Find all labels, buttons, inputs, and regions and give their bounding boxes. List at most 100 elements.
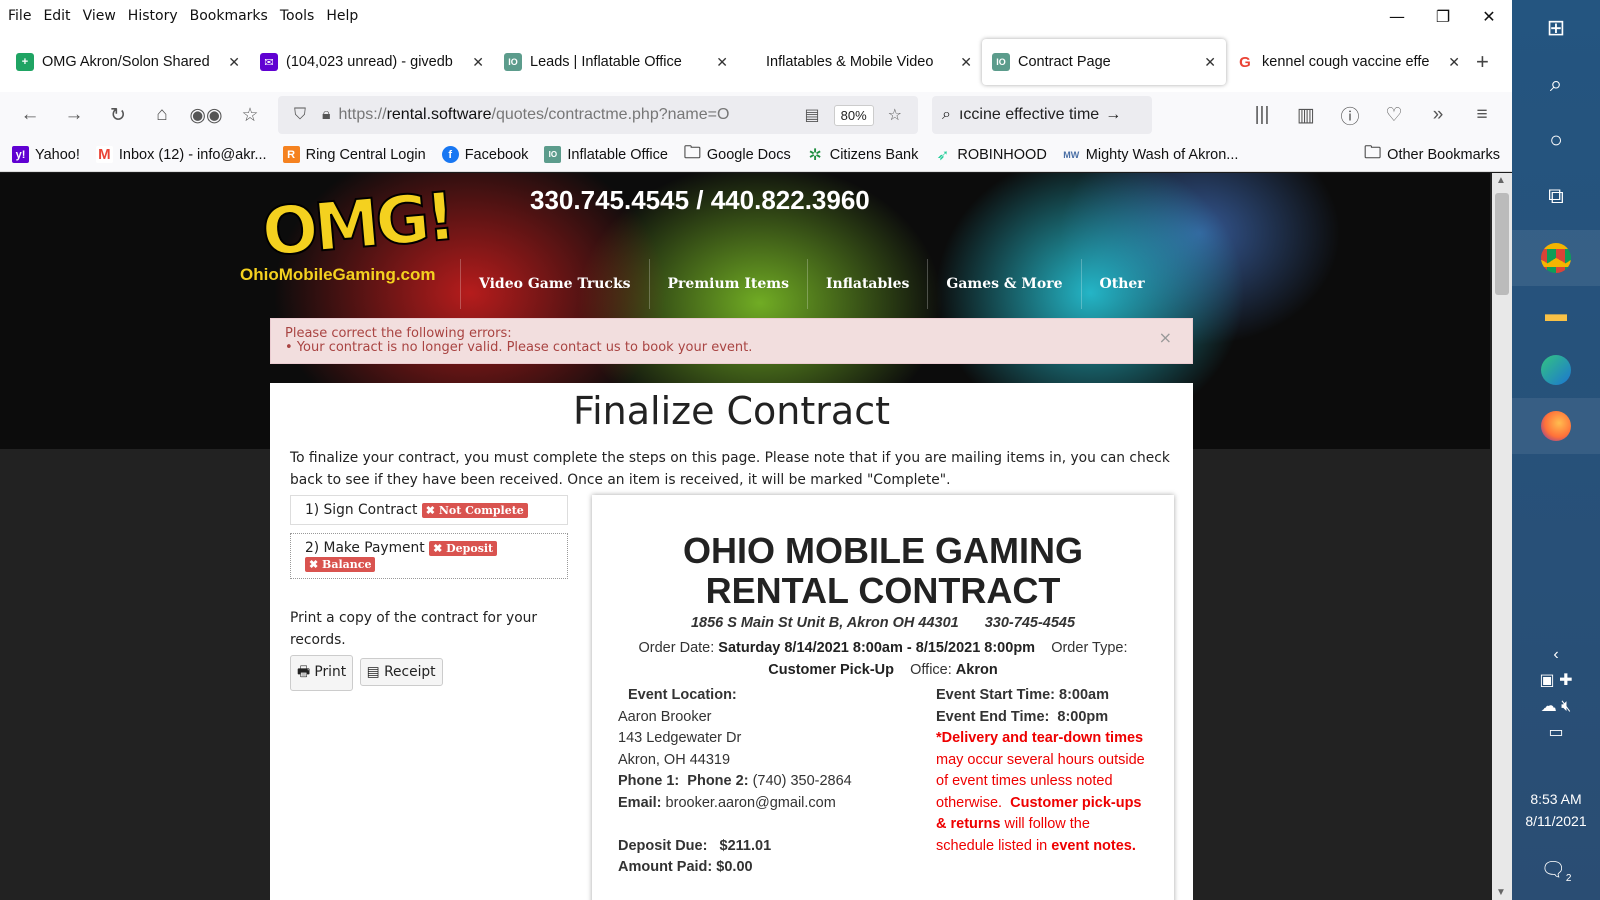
chevron-left-icon[interactable]: ‹ — [1512, 646, 1600, 664]
forward-icon[interactable]: → — [52, 97, 96, 133]
search-input[interactable]: ⌕ ıccine effective time → — [932, 96, 1152, 134]
tab-omg-shared[interactable]: + OMG Akron/Solon Shared ✕ — [6, 39, 250, 85]
url-bar[interactable]: ⛉ 🔒︎ https://rental.software/quotes/cont… — [278, 96, 918, 134]
tab-close-icon[interactable]: ✕ — [716, 54, 728, 71]
menu-view[interactable]: View — [79, 8, 124, 24]
notification-icon[interactable]: 🗨︎2 — [1512, 857, 1600, 884]
contract-panel: Finalize Contract To finalize your contr… — [270, 383, 1193, 900]
edge-icon[interactable] — [1512, 342, 1600, 398]
info-icon[interactable]: ⓘ — [1328, 97, 1372, 133]
other-bookmarks[interactable]: 🗀 Other Bookmarks — [1364, 143, 1500, 163]
bookmark-label: Google Docs — [706, 146, 791, 163]
network-volume-icon[interactable]: ☁ 🔇︎ — [1512, 696, 1600, 716]
tab-close-icon[interactable]: ✕ — [1204, 54, 1216, 71]
print-button[interactable]: 🖶︎ Print — [290, 655, 354, 691]
citizens-bank-icon: ✲ — [808, 146, 822, 164]
private-mask-icon[interactable]: ◉◉ — [184, 97, 228, 133]
bookmark-star-icon[interactable]: ☆ — [888, 105, 902, 125]
bookmark-label: ROBINHOOD — [957, 146, 1047, 163]
task-view-icon[interactable]: ⧉ — [1512, 168, 1600, 224]
bookmark-inflatable-office[interactable]: IO Inflatable Office — [544, 146, 668, 163]
customer-city: Akron, OH 44319 — [618, 751, 731, 768]
bookmark-label: Mighty Wash of Akron... — [1085, 146, 1239, 163]
site-logo[interactable]: OMG! OhioMobileGaming.com — [240, 177, 456, 297]
menu-file[interactable]: File — [4, 8, 39, 24]
bookmark-mighty-wash[interactable]: MW Mighty Wash of Akron... — [1063, 146, 1239, 163]
bookmark-inbox[interactable]: M Inbox (12) - info@akr... — [95, 146, 267, 163]
alert-close-icon[interactable]: × — [1159, 330, 1172, 346]
shield-icon[interactable]: ⛉ — [294, 106, 306, 124]
tab-leads[interactable]: IO Leads | Inflatable Office ✕ — [494, 39, 738, 85]
nav-inflatables[interactable]: Inflatables — [806, 259, 927, 309]
file-explorer-icon[interactable]: ▬ — [1512, 286, 1600, 342]
home-icon[interactable]: ⌂ — [140, 97, 184, 133]
tab-bar: + OMG Akron/Solon Shared ✕ ✉ (104,023 un… — [0, 32, 1512, 92]
menu-tools[interactable]: Tools — [276, 8, 323, 24]
scroll-up-icon[interactable]: ▲ — [1496, 175, 1506, 186]
tab-close-icon[interactable]: ✕ — [228, 54, 240, 71]
yahoo-icon: y! — [12, 146, 29, 163]
bookmark-google-docs[interactable]: 🗀 Google Docs — [684, 143, 791, 163]
contract-document: OHIO MOBILE GAMING RENTAL CONTRACT 1856 S… — [592, 495, 1174, 900]
tray-apps-icon[interactable]: ▣ ✚ — [1512, 670, 1600, 690]
bookmark-yahoo[interactable]: y! Yahoo! — [12, 146, 80, 163]
menu-help[interactable]: Help — [322, 8, 366, 24]
reader-view-icon[interactable]: ▤ — [805, 105, 820, 125]
menu-history[interactable]: History — [124, 8, 186, 24]
library-icon[interactable]: ||| — [1240, 97, 1284, 133]
close-window-button[interactable]: ✕ — [1466, 0, 1512, 32]
bookmark-ring-central[interactable]: R Ring Central Login — [282, 146, 426, 163]
pocket-icon[interactable]: ♡ — [1372, 97, 1416, 133]
scroll-down-icon[interactable]: ▼ — [1496, 887, 1506, 898]
nav-video-game-trucks[interactable]: Video Game Trucks — [460, 259, 649, 309]
display-icon[interactable]: ▭ — [1512, 722, 1600, 742]
menu-bookmarks[interactable]: Bookmarks — [186, 8, 276, 24]
bookmark-robinhood[interactable]: ➶ ROBINHOOD — [934, 146, 1047, 164]
nav-premium-items[interactable]: Premium Items — [648, 259, 807, 309]
lock-icon[interactable]: 🔒︎ — [322, 106, 331, 124]
bookmark-citizens-bank[interactable]: ✲ Citizens Bank — [807, 146, 919, 164]
scrollbar-thumb[interactable] — [1495, 193, 1509, 295]
tab-label: kennel cough vaccine effe — [1262, 54, 1430, 70]
page-scrollbar[interactable]: ▲ ▼ — [1492, 173, 1512, 900]
tab-inflatables[interactable]: Inflatables & Mobile Video ✕ — [738, 39, 982, 85]
tab-close-icon[interactable]: ✕ — [1448, 54, 1460, 71]
minimize-button[interactable]: — — [1374, 0, 1420, 32]
tab-close-icon[interactable]: ✕ — [960, 54, 972, 71]
search-go-icon[interactable]: → — [1105, 106, 1121, 124]
url-text[interactable]: https://rental.software/quotes/contractm… — [339, 106, 797, 124]
extension-icon[interactable]: ☆ — [228, 97, 272, 133]
back-icon[interactable]: ← — [8, 97, 52, 133]
nav-games-more[interactable]: Games & More — [927, 259, 1080, 309]
step-make-payment[interactable]: 2) Make Payment ✖ Deposit ✖ Balance — [290, 533, 568, 579]
zoom-level[interactable]: 80% — [833, 104, 874, 126]
tab-close-icon[interactable]: ✕ — [472, 54, 484, 71]
ringcentral-icon: R — [282, 146, 300, 163]
cortana-icon[interactable]: ○ — [1512, 112, 1600, 168]
toolbar-right: ||| ▥ ⓘ ♡ » ≡ — [1240, 97, 1504, 133]
mighty-wash-icon: MW — [1063, 149, 1080, 160]
menu-icon[interactable]: ≡ — [1460, 97, 1504, 133]
step-sign-contract[interactable]: 1) Sign Contract ✖ Not Complete — [290, 495, 568, 525]
nav-other[interactable]: Other — [1080, 259, 1163, 309]
bookmark-facebook[interactable]: f Facebook — [441, 146, 528, 163]
tab-contract-page[interactable]: IO Contract Page ✕ — [982, 39, 1226, 85]
step-label: 2) Make Payment — [305, 540, 425, 556]
order-info: Order Date: Saturday 8/14/2021 8:00am - … — [638, 640, 1128, 678]
chrome-icon[interactable] — [1512, 230, 1600, 286]
reload-icon[interactable]: ↻ — [96, 97, 140, 133]
restore-button[interactable]: ❐ — [1420, 0, 1466, 32]
search-icon[interactable]: ⌕ — [1512, 56, 1600, 112]
new-tab-icon[interactable]: + — [1476, 49, 1489, 75]
tab-mail[interactable]: ✉ (104,023 unread) - givedb ✕ — [250, 39, 494, 85]
event-start: 8:00am — [1059, 687, 1110, 703]
tab-google-search[interactable]: G kennel cough vaccine effe ✕ — [1226, 39, 1470, 85]
receipt-button[interactable]: ▤ Receipt — [359, 658, 443, 686]
deposit-due: $211.01 — [719, 837, 772, 854]
overflow-icon[interactable]: » — [1416, 97, 1460, 133]
sidebar-icon[interactable]: ▥ — [1284, 97, 1328, 133]
menu-edit[interactable]: Edit — [39, 8, 78, 24]
windows-start-icon[interactable]: ⊞ — [1512, 0, 1600, 56]
clock[interactable]: 8:53 AM 8/11/2021 — [1512, 788, 1600, 832]
firefox-icon[interactable] — [1512, 398, 1600, 454]
